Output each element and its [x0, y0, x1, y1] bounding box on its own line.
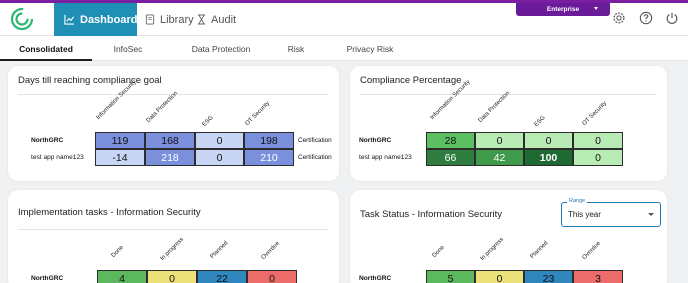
row-label: test app name123: [31, 154, 84, 161]
column-header: Planned: [209, 240, 230, 261]
power-icon[interactable]: [665, 11, 679, 25]
heatmap-cell: 3: [573, 270, 623, 283]
column-header: OT Security: [581, 100, 609, 128]
column-header: ESG: [533, 114, 547, 129]
enterprise-label: Enterprise: [546, 6, 580, 13]
heatmap-cell: 0: [573, 149, 623, 166]
enterprise-dropdown[interactable]: Enterprise: [516, 3, 610, 16]
implementation-tasks-card: Implementation tasks - Information Secur…: [8, 190, 339, 283]
heatmap-cell: 0: [573, 132, 623, 149]
heatmap-cell: 23: [524, 270, 573, 283]
tab-infosec[interactable]: InfoSec: [98, 36, 158, 61]
range-label: Range: [567, 198, 588, 204]
heatmap-cell: 28: [426, 132, 475, 149]
heatmap-cell: 218: [145, 149, 195, 166]
range-value: This year: [568, 210, 601, 219]
sub-tabs: Consolidated InfoSec Data Protection Ris…: [0, 36, 688, 61]
heatmap-cell: -14: [95, 149, 145, 166]
column-header: Done: [110, 244, 125, 260]
nav-tab-label: Audit: [211, 13, 237, 26]
row-label: NorthGRC: [31, 275, 64, 282]
top-bar: Dashboards Library Audit Enterprise: [0, 0, 688, 36]
column-header: Planned: [529, 240, 550, 261]
column-header: OT Security: [244, 100, 272, 128]
chart-line-icon: [64, 14, 75, 25]
hourglass-icon: [197, 14, 206, 25]
heatmap-cell: 0: [195, 132, 244, 149]
tab-risk[interactable]: Risk: [278, 36, 314, 61]
row-side-label: Certification: [298, 154, 332, 161]
caret-down-icon: [648, 213, 654, 216]
heatmap-cell: 0: [147, 270, 197, 283]
heatmap-cell: 5: [426, 270, 475, 283]
column-header: ESG: [201, 114, 215, 129]
heatmap-cell: 0: [524, 132, 573, 149]
nav-tab-audit[interactable]: Audit: [187, 3, 246, 36]
tab-consolidated[interactable]: Consolidated: [0, 36, 92, 61]
card-title: Compliance Percentage: [360, 75, 462, 86]
row-side-label: Certification: [298, 137, 332, 144]
heatmap-cell: 42: [475, 149, 524, 166]
tab-privacy-risk[interactable]: Privacy Risk: [338, 36, 402, 61]
row-label: NorthGRC: [359, 137, 392, 144]
card-title: Implementation tasks - Information Secur…: [18, 207, 201, 218]
column-header: Overdue: [260, 240, 282, 262]
heatmap-cell: 210: [244, 149, 294, 166]
row-label: NorthGRC: [31, 137, 64, 144]
nav-tab-dashboards[interactable]: Dashboards: [54, 3, 144, 36]
heatmap-cell: 0: [195, 149, 244, 166]
column-header: In progress: [479, 236, 506, 263]
column-header: Data Protection: [145, 90, 180, 125]
heatmap-cell: 66: [426, 149, 475, 166]
heatmap-cell: 100: [524, 149, 573, 166]
heatmap-cell: 198: [244, 132, 294, 149]
divider: [18, 229, 329, 230]
tab-data-protection[interactable]: Data Protection: [176, 36, 266, 61]
settings-icon[interactable]: [612, 11, 626, 25]
row-label: test app name123: [359, 154, 412, 161]
book-icon: [145, 14, 155, 25]
heatmap-cell: 0: [475, 270, 524, 283]
column-header: Data Protection: [477, 90, 512, 125]
heatmap-cell: 0: [247, 270, 297, 283]
heatmap-cell: 0: [475, 132, 524, 149]
heatmap-cell: 119: [95, 132, 145, 149]
app-logo-icon[interactable]: [10, 7, 34, 31]
help-icon[interactable]: [639, 11, 653, 25]
days-till-card: Days till reaching compliance goal Infor…: [8, 66, 339, 181]
heatmap-cell: 22: [197, 270, 247, 283]
column-header: In progress: [159, 236, 186, 263]
column-header: Done: [431, 244, 446, 260]
heatmap-cell: 4: [97, 270, 147, 283]
column-header: Overdue: [581, 240, 603, 262]
compliance-percentage-card: Compliance Percentage Information Securi…: [350, 66, 667, 181]
caret-down-icon: [594, 7, 598, 10]
card-title: Days till reaching compliance goal: [18, 75, 162, 86]
card-title: Task Status - Information Security: [360, 209, 503, 220]
row-label: NorthGRC: [359, 275, 392, 282]
heatmap-cell: 168: [145, 132, 195, 149]
range-select[interactable]: Range This year: [561, 198, 661, 227]
